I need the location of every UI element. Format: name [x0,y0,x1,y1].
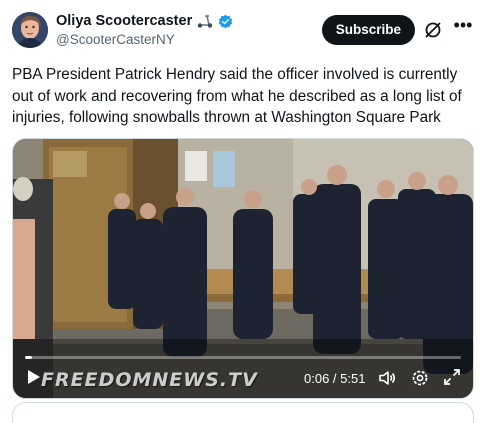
author-handle[interactable]: @ScooterCasterNY [56,32,233,47]
fullscreen-icon[interactable] [443,368,461,386]
subscribe-button[interactable]: Subscribe [321,15,415,45]
avatar-image [12,12,48,48]
video-frame [13,139,473,398]
settings-icon[interactable] [410,368,430,388]
author-display-name[interactable]: Oliya Scootercaster [56,13,192,29]
video-progress-fill [25,356,33,359]
avatar[interactable] [12,12,48,48]
video-progress-bar[interactable] [25,356,461,359]
scooter-icon [198,15,213,28]
verified-icon [219,14,233,28]
tweet-text: PBA President Patrick Hendry said the of… [12,66,462,126]
more-icon[interactable]: ••• [453,16,473,38]
volume-icon[interactable] [377,368,397,388]
video-player[interactable]: FREEDOMNEWS.TV 0:06 / 5:51 [12,138,474,399]
author-info: Oliya Scootercaster @ScooterCasterNY [56,13,233,47]
video-time: 0:06 / 5:51 [304,371,366,386]
next-card-edge [12,402,474,423]
tweet-header: Oliya Scootercaster @ScooterCasterNY Sub… [12,10,473,54]
play-icon[interactable] [23,367,43,387]
video-watermark: FREEDOMNEWS.TV [41,369,258,391]
grok-icon[interactable] [423,20,443,40]
